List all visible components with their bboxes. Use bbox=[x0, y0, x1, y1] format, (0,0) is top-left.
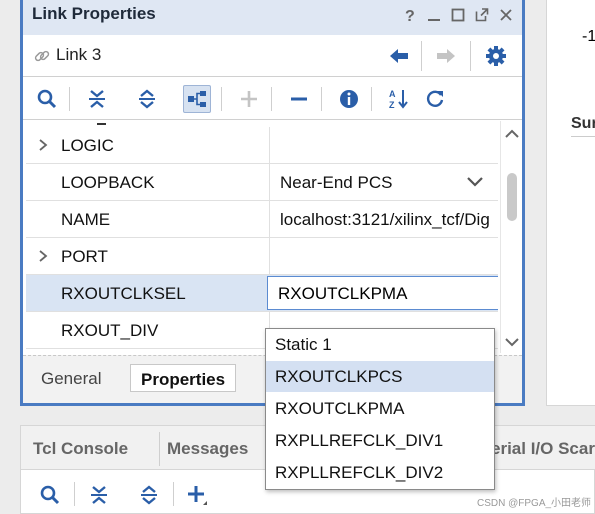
group-by-category-icon[interactable] bbox=[183, 85, 211, 113]
property-name: RXOUTCLKSEL bbox=[61, 284, 186, 303]
forward-arrow-icon[interactable] bbox=[433, 43, 459, 69]
dropdown-option[interactable]: RXOUTCLKPMA bbox=[266, 393, 494, 424]
tab-general[interactable]: General bbox=[31, 364, 111, 392]
property-row-logic[interactable]: LOGIC bbox=[26, 127, 498, 164]
scroll-down-icon[interactable] bbox=[504, 335, 520, 353]
scroll-up-icon[interactable] bbox=[504, 127, 520, 145]
panel-titlebar: Link Properties ? bbox=[23, 0, 522, 35]
property-row-name[interactable]: NAME localhost:3121/xilinx_tcf/Dig bbox=[26, 201, 498, 238]
tab-properties[interactable]: Properties bbox=[130, 364, 237, 392]
properties-grid: LOGIC LOOPBACK Near-End PCS NAME localho… bbox=[26, 121, 498, 353]
value-dropdown-list: Static 1 RXOUTCLKPCS RXOUTCLKPMA RXPLLRE… bbox=[265, 328, 495, 490]
close-icon[interactable] bbox=[498, 6, 514, 24]
property-value-editor[interactable]: RXOUTCLKPMA bbox=[267, 276, 498, 310]
property-value[interactable] bbox=[269, 127, 498, 164]
adjacent-value: -1 bbox=[582, 28, 595, 45]
tab-messages[interactable]: Messages bbox=[167, 439, 248, 459]
property-name: LOOPBACK bbox=[61, 173, 155, 192]
gear-icon[interactable] bbox=[483, 43, 509, 69]
property-value[interactable]: Near-End PCS bbox=[269, 164, 498, 201]
property-value[interactable]: localhost:3121/xilinx_tcf/Dig bbox=[269, 201, 498, 238]
property-row-rxoutclksel[interactable]: RXOUTCLKSEL RXOUTCLKPMA bbox=[26, 275, 498, 312]
remove-icon[interactable] bbox=[285, 85, 313, 113]
scrollbar-thumb[interactable] bbox=[507, 173, 517, 221]
property-name: RXOUT_DIV bbox=[61, 321, 159, 340]
chevron-down-icon[interactable] bbox=[466, 175, 484, 194]
dropdown-option[interactable]: RXPLLREFCLK_DIV2 bbox=[266, 457, 494, 488]
properties-toolbar: AZ bbox=[23, 78, 522, 120]
adjacent-panel: -1 Sur bbox=[546, 0, 595, 406]
tab-tcl-console[interactable]: Tcl Console bbox=[33, 439, 128, 459]
property-name: LOGIC bbox=[61, 136, 114, 155]
svg-text:A: A bbox=[389, 89, 396, 99]
vertical-scrollbar[interactable] bbox=[500, 121, 522, 353]
panel-title: Link Properties bbox=[32, 4, 156, 23]
sort-icon[interactable]: AZ bbox=[385, 85, 413, 113]
refresh-icon[interactable] bbox=[421, 85, 449, 113]
property-name: PORT bbox=[61, 247, 108, 266]
tab-serial-io-scan[interactable]: erial I/O Scar bbox=[491, 439, 595, 459]
dropdown-option-highlighted[interactable]: RXOUTCLKPCS bbox=[266, 361, 494, 392]
property-value[interactable] bbox=[269, 238, 498, 275]
expand-all-icon[interactable] bbox=[133, 85, 161, 113]
chevron-right-icon[interactable] bbox=[37, 137, 49, 158]
search-icon[interactable] bbox=[33, 85, 61, 113]
collapse-all-icon[interactable] bbox=[83, 85, 111, 113]
chevron-right-icon[interactable] bbox=[37, 248, 49, 269]
watermark: CSDN @FPGA_小田老师 bbox=[477, 498, 592, 509]
svg-text:Z: Z bbox=[389, 100, 395, 110]
float-icon[interactable] bbox=[474, 6, 490, 24]
collapse-all-icon[interactable] bbox=[88, 484, 110, 511]
property-name: NAME bbox=[61, 210, 111, 229]
link-icon bbox=[33, 47, 51, 70]
search-icon[interactable] bbox=[39, 484, 61, 511]
help-icon[interactable]: ? bbox=[402, 6, 418, 24]
dropdown-option[interactable]: RXPLLREFCLK_DIV1 bbox=[266, 425, 494, 456]
back-arrow-icon[interactable] bbox=[386, 43, 412, 69]
adjacent-heading: Sur bbox=[571, 115, 595, 132]
property-row-loopback[interactable]: LOOPBACK Near-End PCS bbox=[26, 164, 498, 201]
dropdown-option[interactable]: Static 1 bbox=[266, 329, 494, 360]
add-icon[interactable] bbox=[235, 85, 263, 113]
object-bar: Link 3 bbox=[23, 35, 522, 77]
minimize-icon[interactable] bbox=[426, 6, 442, 24]
add-icon[interactable] bbox=[185, 483, 209, 512]
info-icon[interactable] bbox=[335, 85, 363, 113]
object-name: Link 3 bbox=[56, 45, 102, 64]
property-row-port[interactable]: PORT bbox=[26, 238, 498, 275]
maximize-icon[interactable] bbox=[450, 6, 466, 24]
expand-all-icon[interactable] bbox=[138, 484, 160, 511]
svg-text:?: ? bbox=[405, 8, 415, 23]
